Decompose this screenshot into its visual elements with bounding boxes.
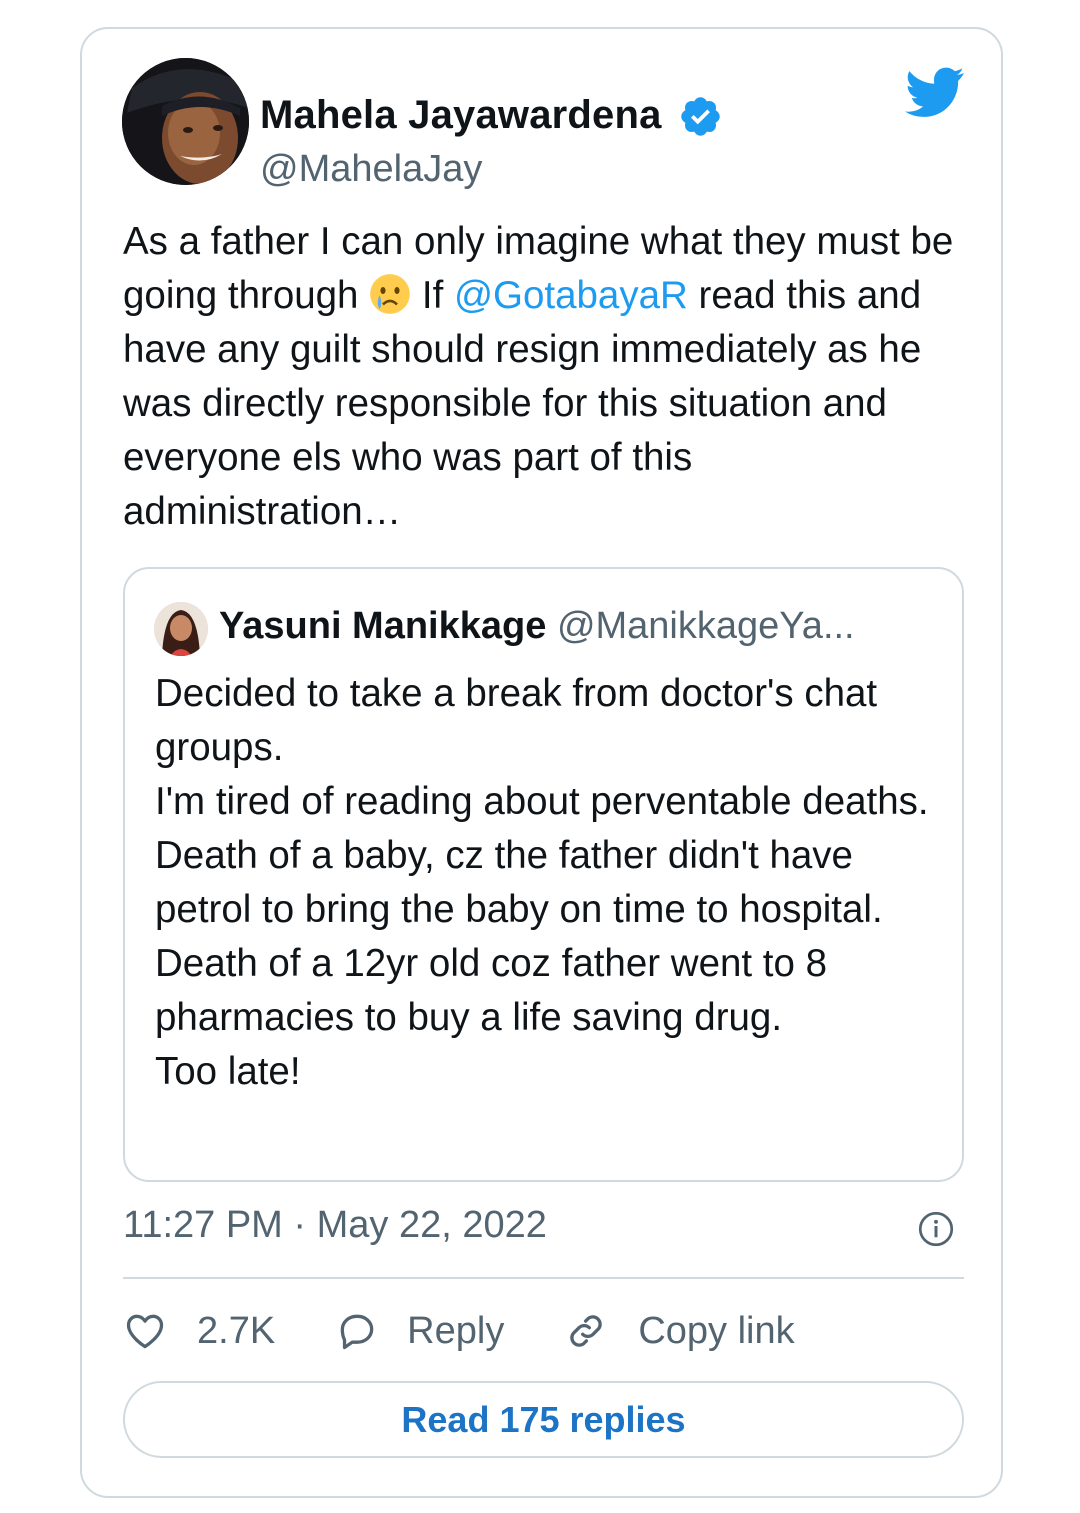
quoted-author-avatar-image bbox=[154, 602, 208, 656]
verified-badge-icon bbox=[681, 97, 720, 136]
quoted-header: Yasuni Manikkage @ManikkageYa... bbox=[219, 605, 855, 648]
link-icon bbox=[570, 1315, 603, 1347]
reply-label: Reply bbox=[407, 1309, 505, 1352]
reply-button[interactable]: Reply bbox=[335, 1309, 504, 1353]
info-icon[interactable] bbox=[918, 1211, 954, 1247]
quoted-tweet[interactable]: Yasuni Manikkage @ManikkageYa... Decided… bbox=[123, 567, 964, 1182]
copy-link-label: Copy link bbox=[638, 1309, 795, 1352]
mention-link[interactable]: @GotabayaR bbox=[454, 274, 688, 317]
like-button[interactable]: 2.7K bbox=[123, 1309, 275, 1353]
divider bbox=[123, 1277, 964, 1279]
author-name[interactable]: Mahela Jayawardena bbox=[260, 93, 662, 138]
tweet-timestamp[interactable]: 11:27 PM · May 22, 2022 bbox=[123, 1204, 547, 1247]
author-avatar-image bbox=[122, 58, 249, 185]
crying-face-emoji bbox=[370, 274, 411, 314]
read-replies-button[interactable]: Read 175 replies bbox=[123, 1381, 964, 1458]
speech-bubble-icon bbox=[340, 1314, 374, 1350]
action-bar: 2.7K Reply Copy link bbox=[123, 1301, 855, 1361]
like-count: 2.7K bbox=[197, 1309, 276, 1352]
author-avatar[interactable] bbox=[122, 58, 249, 185]
heart-icon bbox=[126, 1314, 164, 1349]
author-handle[interactable]: @MahelaJay bbox=[260, 148, 482, 191]
tweet-embed-card[interactable]: Mahela Jayawardena @MahelaJay As a fathe… bbox=[80, 27, 1003, 1498]
quoted-author-name: Yasuni Manikkage bbox=[219, 605, 547, 647]
quoted-author-avatar bbox=[154, 602, 208, 656]
copy-link-button[interactable]: Copy link bbox=[564, 1309, 795, 1353]
tweet-text-part2: If bbox=[411, 274, 454, 317]
quoted-author-handle: @ManikkageYa... bbox=[556, 605, 855, 647]
twitter-bird-icon[interactable] bbox=[905, 67, 965, 117]
quoted-text: Decided to take a break from doctor's ch… bbox=[155, 672, 929, 1093]
tweet-text: As a father I can only imagine what they… bbox=[123, 215, 963, 539]
